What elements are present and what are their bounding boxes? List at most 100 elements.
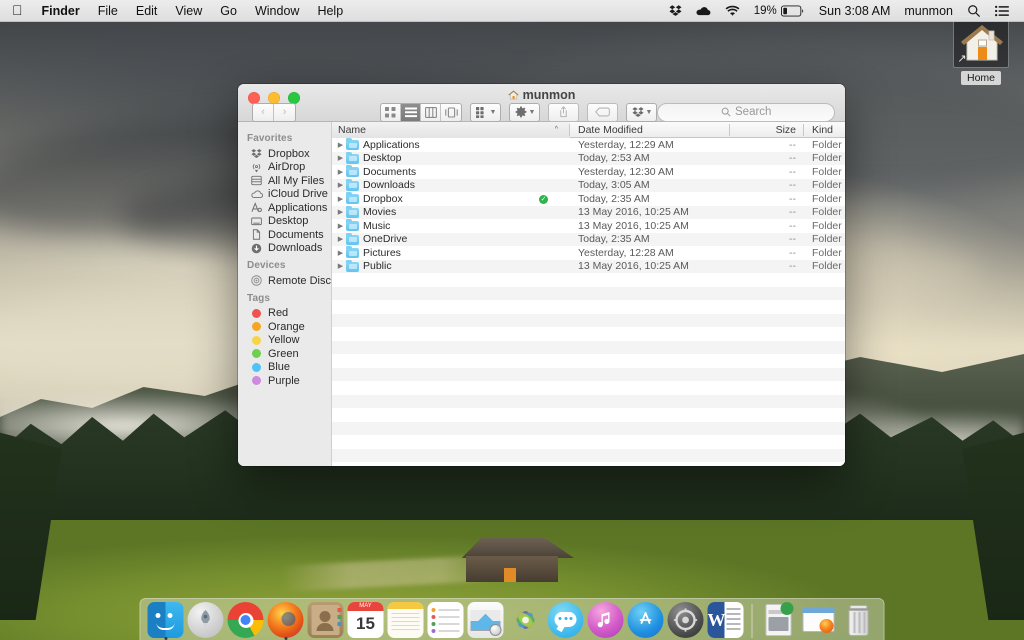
- disclosure-triangle-icon[interactable]: ▶: [335, 141, 346, 149]
- file-name-cell[interactable]: ▶ Applications: [332, 138, 570, 151]
- tag-button[interactable]: [587, 102, 619, 122]
- disclosure-triangle-icon[interactable]: ▶: [335, 262, 346, 270]
- arrange-button[interactable]: ▼: [470, 102, 502, 122]
- dropbox-icon[interactable]: [662, 4, 689, 17]
- sidebar-item-airdrop[interactable]: AirDrop: [238, 161, 331, 175]
- file-name-cell[interactable]: ▶ Public: [332, 259, 570, 272]
- sidebar-item-tag-blue[interactable]: Blue: [238, 361, 331, 375]
- table-row[interactable]: ▶ Applications Yesterday, 12:29 AM -- Fo…: [332, 138, 845, 152]
- dock-item-photos[interactable]: [507, 602, 545, 640]
- apple-logo-icon[interactable]: : [0, 0, 33, 21]
- dock-item-calendar[interactable]: MAY 15: [347, 602, 385, 640]
- spotlight-search-icon[interactable]: [960, 4, 988, 18]
- sidebar-item-applications[interactable]: Applications: [238, 201, 331, 215]
- action-menu-button[interactable]: ▼: [509, 102, 541, 122]
- sidebar-item-documents[interactable]: Documents: [238, 228, 331, 242]
- share-button[interactable]: [548, 102, 580, 122]
- column-header-kind[interactable]: Kind: [804, 122, 845, 138]
- sidebar-item-all-my-files[interactable]: All My Files: [238, 174, 331, 188]
- menu-item-view[interactable]: View: [166, 0, 211, 22]
- search-field[interactable]: Search: [657, 102, 835, 122]
- file-name-cell[interactable]: ▶ Documents: [332, 165, 570, 178]
- dock-stack-downloads[interactable]: [760, 602, 798, 640]
- disclosure-triangle-icon[interactable]: ▶: [335, 181, 346, 189]
- dropbox-toolbar-button[interactable]: ▼: [626, 102, 658, 122]
- dock-item-itunes[interactable]: [587, 602, 625, 640]
- sidebar-item-tag-yellow[interactable]: Yellow: [238, 334, 331, 348]
- table-row[interactable]: ▶ Desktop Today, 2:53 AM -- Folder: [332, 151, 845, 165]
- dock[interactable]: MAY 15 W: [139, 598, 885, 640]
- menu-item-window[interactable]: Window: [246, 0, 308, 22]
- list-view-button[interactable]: [401, 103, 422, 121]
- column-header-name[interactable]: Name ^: [332, 121, 570, 138]
- disclosure-triangle-icon[interactable]: ▶: [335, 249, 346, 257]
- file-name-cell[interactable]: ▶ Pictures: [332, 246, 570, 259]
- disclosure-triangle-icon[interactable]: ▶: [335, 154, 346, 162]
- clock-label[interactable]: Sun 3:08 AM: [812, 4, 898, 18]
- menu-item-help[interactable]: Help: [308, 0, 352, 22]
- finder-window[interactable]: munmon ‹ › ▼ ▼ ▼ Search Favorites Dropbo…: [238, 84, 845, 466]
- coverflow-view-button[interactable]: [441, 104, 461, 121]
- dock-item-google-chrome[interactable]: [227, 602, 265, 640]
- back-button[interactable]: ‹: [253, 103, 275, 121]
- menu-item-go[interactable]: Go: [211, 0, 246, 22]
- dock-item-microsoft-word[interactable]: W: [707, 602, 745, 640]
- dock-item-notes[interactable]: [387, 602, 425, 640]
- file-name-cell[interactable]: ▶ Dropbox ✓: [332, 192, 570, 205]
- sidebar-item-icloud-drive[interactable]: iCloud Drive: [238, 188, 331, 202]
- sidebar-item-tag-orange[interactable]: Orange: [238, 320, 331, 334]
- dock-item-finder[interactable]: [147, 602, 185, 640]
- user-menu-label[interactable]: munmon: [897, 4, 960, 18]
- desktop-icon-home[interactable]: ↗ Home: [948, 16, 1014, 88]
- icon-view-button[interactable]: [381, 103, 402, 121]
- table-row[interactable]: ▶ Public 13 May 2016, 10:25 AM -- Folder: [332, 259, 845, 273]
- sidebar-item-remote-disc[interactable]: Remote Disc: [238, 274, 331, 288]
- wifi-icon[interactable]: [718, 5, 747, 17]
- dock-item-mail[interactable]: [467, 602, 505, 640]
- table-row[interactable]: ▶ Pictures Yesterday, 12:28 AM -- Folder: [332, 246, 845, 260]
- file-list[interactable]: Name ^ Date Modified Size Kind ▶ Applica…: [332, 121, 845, 466]
- finder-sidebar[interactable]: Favorites Dropbox AirDrop All My Files i…: [238, 122, 332, 466]
- sidebar-item-desktop[interactable]: Desktop: [238, 215, 331, 229]
- file-name-cell[interactable]: ▶ Downloads: [332, 178, 570, 191]
- disclosure-triangle-icon[interactable]: ▶: [335, 195, 346, 203]
- table-row[interactable]: ▶ Documents Yesterday, 12:30 AM -- Folde…: [332, 165, 845, 179]
- dock-item-trash[interactable]: [840, 602, 878, 640]
- sidebar-item-dropbox[interactable]: Dropbox: [238, 147, 331, 161]
- sidebar-item-tag-green[interactable]: Green: [238, 347, 331, 361]
- table-row[interactable]: ▶ Movies 13 May 2016, 10:25 AM -- Folder: [332, 205, 845, 219]
- dock-item-contacts[interactable]: [307, 602, 345, 640]
- cloud-icon[interactable]: [689, 5, 718, 17]
- table-row[interactable]: ▶ OneDrive Today, 2:35 AM -- Folder: [332, 232, 845, 246]
- dock-item-messages[interactable]: [547, 602, 585, 640]
- dock-item-reminders[interactable]: [427, 602, 465, 640]
- finder-titlebar[interactable]: munmon ‹ › ▼ ▼ ▼ Search: [238, 84, 845, 122]
- disclosure-triangle-icon[interactable]: ▶: [335, 168, 346, 176]
- notification-center-icon[interactable]: [988, 5, 1016, 17]
- sidebar-item-tag-purple[interactable]: Purple: [238, 374, 331, 388]
- file-name-cell[interactable]: ▶ Music: [332, 219, 570, 232]
- disclosure-triangle-icon[interactable]: ▶: [335, 222, 346, 230]
- battery-status[interactable]: 19%: [747, 5, 812, 17]
- column-view-button[interactable]: [421, 103, 442, 121]
- file-name-cell[interactable]: ▶ Movies: [332, 205, 570, 218]
- disclosure-triangle-icon[interactable]: ▶: [335, 208, 346, 216]
- forward-button[interactable]: ›: [274, 104, 295, 121]
- table-row[interactable]: ▶ Downloads Today, 3:05 AM -- Folder: [332, 178, 845, 192]
- dock-item-system-preferences[interactable]: [667, 602, 705, 640]
- table-row[interactable]: ▶ Music 13 May 2016, 10:25 AM -- Folder: [332, 219, 845, 233]
- menu-item-file[interactable]: File: [89, 0, 127, 22]
- file-name-cell[interactable]: ▶ OneDrive: [332, 232, 570, 245]
- sidebar-item-downloads[interactable]: Downloads: [238, 242, 331, 256]
- column-header-date-modified[interactable]: Date Modified: [570, 122, 730, 138]
- dock-item-launchpad[interactable]: [187, 602, 225, 640]
- dock-stack-documents[interactable]: [800, 602, 838, 640]
- disclosure-triangle-icon[interactable]: ▶: [335, 235, 346, 243]
- file-name-cell[interactable]: ▶ Desktop: [332, 151, 570, 164]
- column-header-size[interactable]: Size: [730, 122, 804, 138]
- table-row[interactable]: ▶ Dropbox ✓ Today, 2:35 AM -- Folder: [332, 192, 845, 206]
- menu-item-finder[interactable]: Finder: [33, 0, 89, 22]
- sidebar-item-tag-red[interactable]: Red: [238, 307, 331, 321]
- dock-item-app-store[interactable]: [627, 602, 665, 640]
- menu-item-edit[interactable]: Edit: [127, 0, 167, 22]
